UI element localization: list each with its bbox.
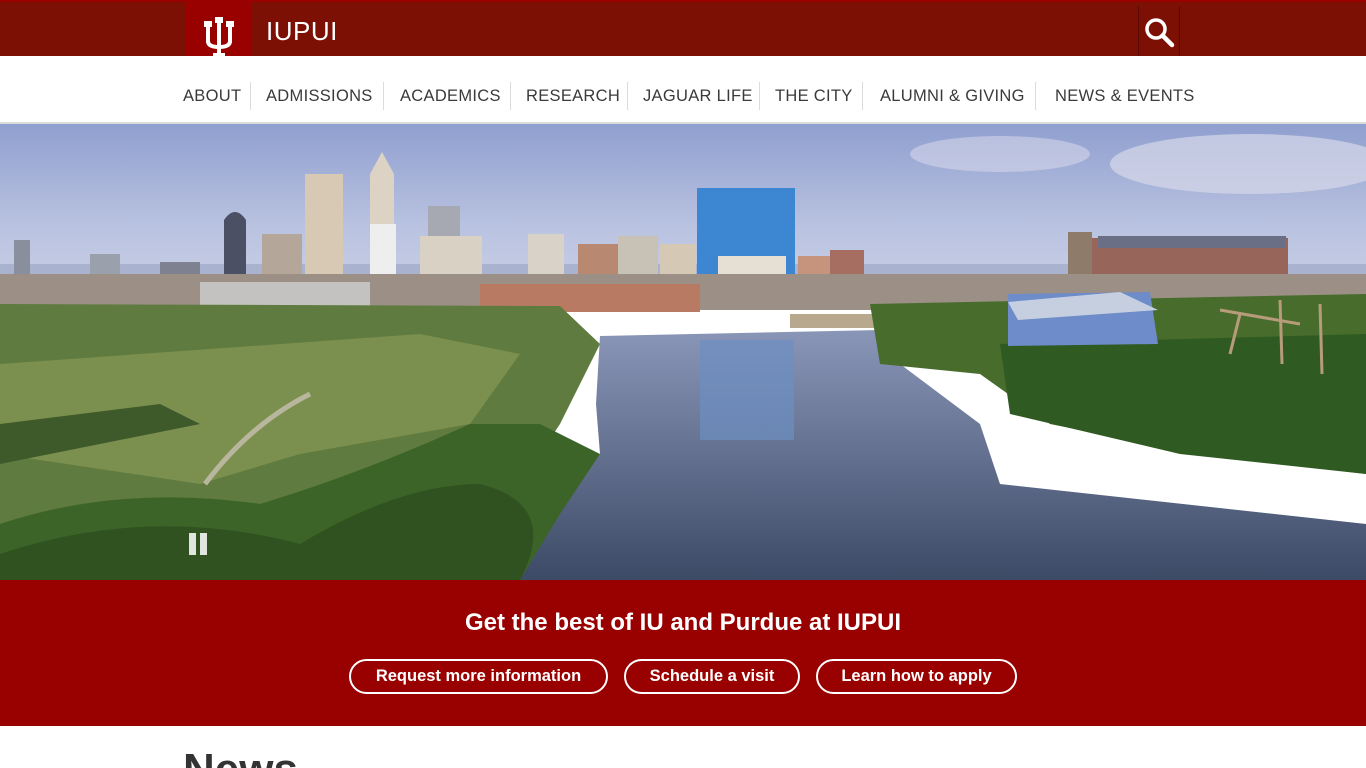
search-button[interactable] [1138,6,1180,58]
learn-how-to-apply-button[interactable]: Learn how to apply [816,659,1017,694]
request-info-button[interactable]: Request more information [349,659,608,694]
nav-divider [627,82,628,110]
nav-divider [759,82,760,110]
nav-item-research[interactable]: RESEARCH [526,84,620,110]
nav-item-admissions[interactable]: ADMISSIONS [266,84,373,110]
nav-item-the-city[interactable]: THE CITY [775,84,853,110]
nav-divider [510,82,511,110]
pause-icon [189,533,196,555]
nav-divider [383,82,384,110]
nav-divider [250,82,251,110]
hero-pause-button[interactable] [186,532,210,556]
top-bar: IUPUI [0,0,1366,76]
skyline-illustration [0,124,1366,580]
nav-item-academics[interactable]: ACADEMICS [400,84,501,110]
cta-title: Get the best of IU and Purdue at IUPUI [464,609,902,636]
nav-item-news-events[interactable]: NEWS & EVENTS [1055,84,1195,110]
news-heading: News [183,748,298,768]
nav-divider [862,82,863,110]
hero-image [0,124,1366,580]
schedule-visit-button[interactable]: Schedule a visit [624,659,800,694]
nav-divider [1035,82,1036,110]
main-nav: ABOUT ADMISSIONS ACADEMICS RESEARCH JAGU… [0,56,1366,124]
search-icon [1145,17,1175,47]
nav-item-jaguar-life[interactable]: JAGUAR LIFE [643,84,753,110]
cta-band: Get the best of IU and Purdue at IUPUI R… [0,580,1366,726]
nav-item-alumni-giving[interactable]: ALUMNI & GIVING [880,84,1025,110]
nav-item-about[interactable]: ABOUT [183,84,241,110]
site-title[interactable]: IUPUI [266,16,338,47]
